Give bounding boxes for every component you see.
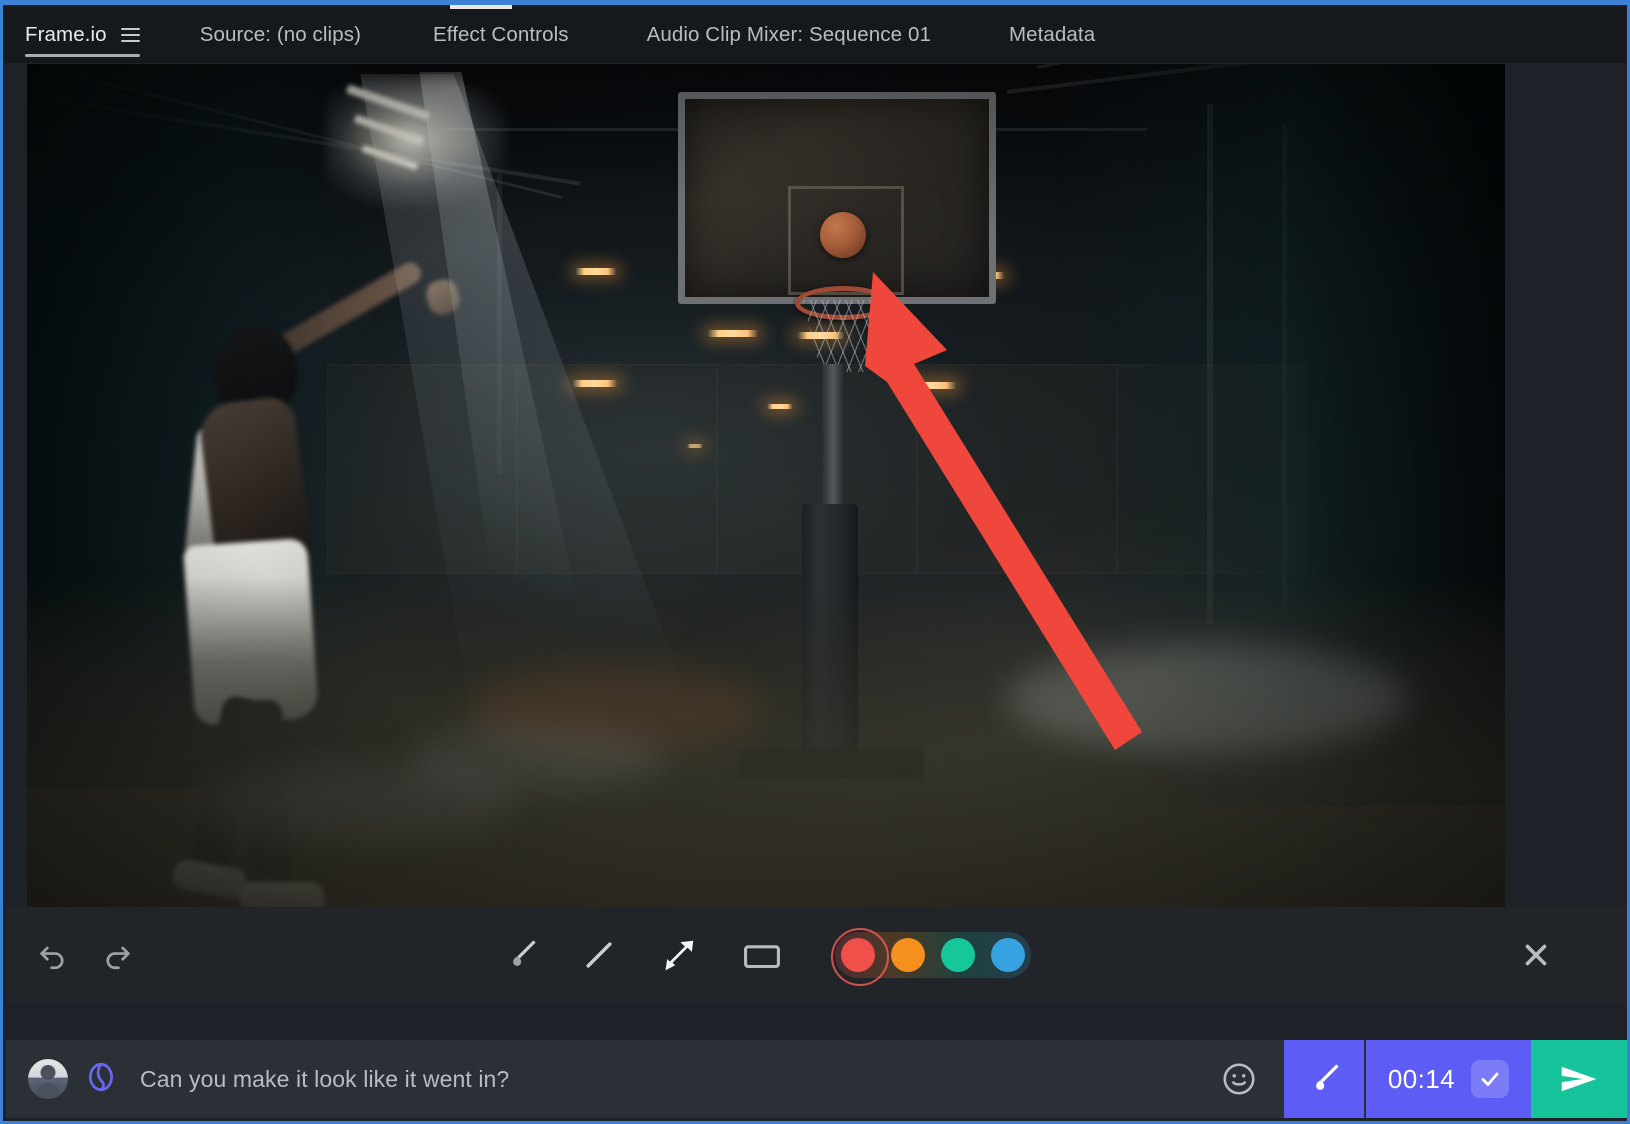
comment-composer-bar: Can you make it look like it went in? 00… — [6, 1040, 1627, 1118]
timestamp-toggle-button[interactable]: 00:14 — [1365, 1040, 1531, 1118]
tab-metadata[interactable]: Metadata — [1009, 7, 1095, 63]
tab-frame-io[interactable]: Frame.io — [25, 7, 140, 63]
tab-source[interactable]: Source: (no clips) — [200, 7, 361, 63]
rectangle-icon[interactable] — [739, 932, 785, 978]
hamburger-icon[interactable] — [120, 28, 140, 42]
drawing-tools-group — [501, 907, 1031, 1003]
arrow-icon[interactable] — [657, 933, 701, 977]
basketball-backboard — [678, 92, 996, 304]
frame-io-panel-window: Frame.io Source: (no clips) Effect Contr… — [0, 0, 1630, 1124]
color-swatch-blue[interactable] — [991, 938, 1025, 972]
tab-label: Frame.io — [25, 23, 107, 46]
active-tab-underline — [25, 53, 140, 57]
basketball — [820, 212, 866, 258]
send-comment-button[interactable] — [1531, 1040, 1627, 1118]
comment-input[interactable]: Can you make it look like it went in? — [140, 1066, 1220, 1093]
redo-icon[interactable] — [100, 938, 134, 972]
tab-label: Metadata — [1008, 23, 1096, 46]
annotation-toolbar — [6, 907, 1627, 1003]
timestamp-checkbox[interactable] — [1471, 1060, 1509, 1098]
hoop-pole — [822, 364, 844, 509]
color-swatch-group — [831, 928, 1031, 986]
paintbrush-icon[interactable] — [501, 935, 541, 975]
tab-label: Audio Clip Mixer: Sequence 01 — [646, 23, 931, 46]
video-frame-image — [27, 64, 1505, 907]
color-swatch-red[interactable] — [831, 928, 889, 986]
tab-label: Effect Controls — [433, 23, 569, 46]
line-icon[interactable] — [579, 935, 619, 975]
color-swatch-teal[interactable] — [941, 938, 975, 972]
timestamp-label: 00:14 — [1387, 1063, 1455, 1094]
tab-label: Source: (no clips) — [199, 23, 361, 46]
user-avatar-icon[interactable] — [28, 1059, 68, 1099]
emoji-smiley-icon[interactable] — [1220, 1060, 1258, 1098]
globe-icon[interactable] — [84, 1060, 118, 1099]
tab-audio-clip-mixer[interactable]: Audio Clip Mixer: Sequence 01 — [647, 7, 931, 63]
window-top-stub — [450, 5, 512, 9]
panel-tab-bar: Frame.io Source: (no clips) Effect Contr… — [3, 7, 1627, 63]
close-icon[interactable] — [1519, 938, 1553, 972]
annotate-button[interactable] — [1283, 1040, 1366, 1118]
tab-effect-controls[interactable]: Effect Controls — [433, 7, 569, 63]
color-swatch-orange[interactable] — [891, 938, 925, 972]
video-viewer[interactable] — [27, 64, 1505, 907]
undo-icon[interactable] — [36, 938, 70, 972]
